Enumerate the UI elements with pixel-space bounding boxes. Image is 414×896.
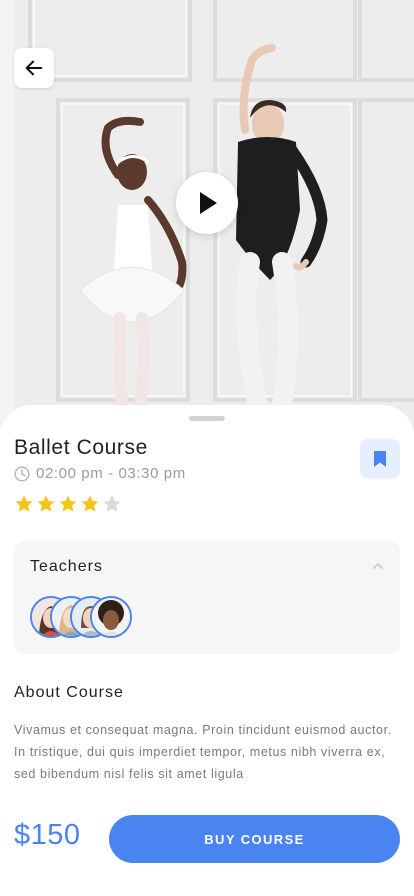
- course-title: Ballet Course: [14, 436, 148, 459]
- play-button[interactable]: [176, 172, 238, 234]
- bookmark-icon: [374, 451, 386, 467]
- star-empty-icon: [103, 495, 121, 512]
- bookmark-button[interactable]: [360, 439, 400, 479]
- about-title: About Course: [14, 684, 124, 701]
- about-description: Vivamus et consequat magna. Proin tincid…: [14, 723, 392, 781]
- teacher-avatars: [30, 596, 132, 638]
- star-filled-icon: [15, 495, 33, 512]
- chevron-up-icon[interactable]: [371, 559, 385, 573]
- buy-course-button[interactable]: BUY COURSE: [109, 815, 400, 863]
- star-filled-icon: [37, 495, 55, 512]
- star-filled-icon: [59, 495, 77, 512]
- back-button[interactable]: [14, 48, 54, 88]
- rating-stars: [14, 494, 122, 514]
- play-icon: [200, 192, 217, 214]
- clock-icon: [14, 465, 30, 482]
- teachers-section: Teachers: [14, 541, 400, 654]
- sheet-drag-handle[interactable]: [189, 416, 225, 421]
- course-time: 02:00 pm - 03:30 pm: [14, 465, 186, 482]
- course-details-sheet: Ballet Course 02:00 pm - 03:30 pm Teache…: [0, 405, 414, 896]
- teacher-avatar[interactable]: [90, 596, 132, 638]
- star-filled-icon: [81, 495, 99, 512]
- course-price: $150: [14, 819, 81, 851]
- course-video[interactable]: [0, 0, 414, 430]
- teachers-title: Teachers: [30, 558, 103, 575]
- course-time-text: 02:00 pm - 03:30 pm: [36, 465, 186, 482]
- arrow-left-icon: [25, 60, 43, 76]
